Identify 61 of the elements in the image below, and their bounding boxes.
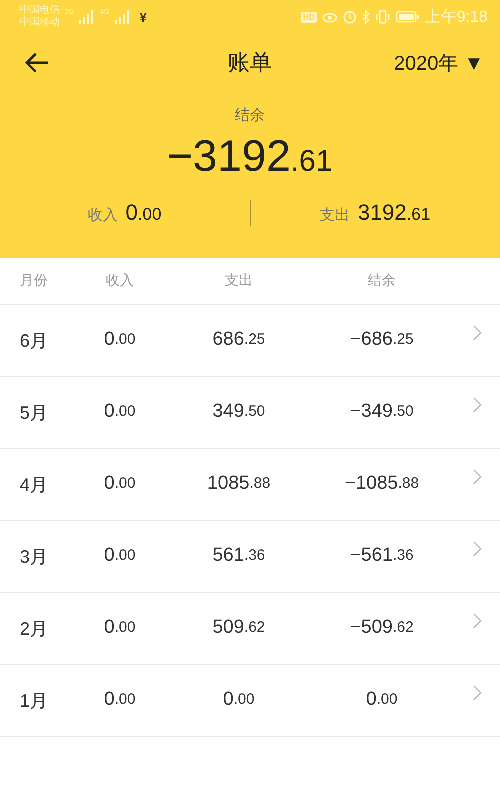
balance-cell: −1085.88 [344,448,420,520]
balance-cell: −349.50 [350,376,414,448]
balance-amount: −3192.61 [167,131,333,183]
carrier-name: 中国移动 [20,17,60,29]
income-cell: 0.00 [104,376,136,448]
income-cell: 0.00 [104,592,136,664]
expense-amount: 3192.61 [358,200,431,226]
month-cell-text: 1月 [20,690,48,712]
month-row[interactable]: 5月 0.00 349.50 −349.50 [0,377,500,449]
expense-cell: 1085.88 [207,448,271,520]
battery-icon [396,11,420,23]
month-cell-text: 6月 [20,330,48,352]
bluetooth-icon [362,10,370,24]
vibrate-icon [374,10,391,24]
hd-badge: HD [301,12,317,22]
clock-time: 上午9:18 [424,8,488,28]
alarm-icon [342,10,357,24]
income-cell: 0.00 [104,520,136,592]
balance-cell: 0.00 [366,664,398,736]
month-cell-text: 3月 [20,546,48,568]
signal-icon [79,10,96,24]
expense-cell: 0.00 [223,664,255,736]
balance-label: 结余 [234,106,266,125]
month-cell-text: 2月 [20,618,48,640]
column-header: 收入 [106,272,134,290]
back-arrow-icon [24,52,50,74]
month-cell-text: 4月 [20,474,48,496]
chevron-right-icon [473,325,482,341]
month-row[interactable]: 4月 0.00 1085.88 −1085.88 [0,449,500,521]
signal-icon [114,10,131,24]
page-title: 账单 [228,49,272,77]
income-amount: 0.00 [126,200,162,226]
month-row[interactable]: 3月 0.00 561.36 −561.36 [0,521,500,593]
carrier-name: 中国电信 [20,5,60,16]
income-cell: 0.00 [104,448,136,520]
month-row[interactable]: 6月 0.00 686.25 −686.25 [0,305,500,377]
year-selector[interactable]: 2020年 ▼ [392,48,486,78]
chevron-right-icon [473,397,482,413]
expense-cell: 349.50 [212,376,266,448]
income-cell: 0.00 [104,304,136,376]
month-cell-text: 5月 [20,402,48,424]
column-header: 结余 [368,272,396,290]
expense-cell: 509.62 [212,592,266,664]
expense-cell: 686.25 [212,304,266,376]
expense-label: 支出 [320,206,350,225]
balance-cell: −686.25 [350,304,414,376]
column-header: 月份 [20,272,48,290]
balance-cell: −509.62 [350,592,414,664]
column-header: 支出 [225,272,253,290]
chevron-right-icon [473,613,482,629]
chevron-right-icon [473,469,482,485]
balance-cell: −561.36 [350,520,414,592]
income-label: 收入 [88,206,118,225]
month-row[interactable]: 2月 0.00 509.62 −509.62 [0,593,500,665]
month-row[interactable]: 1月 0.00 0.00 0.00 [0,665,500,737]
expense-cell: 561.36 [212,520,266,592]
notification-icon: ¥ [140,10,147,24]
eye-icon [322,11,338,23]
income-cell: 0.00 [104,664,136,736]
chevron-right-icon [473,685,482,701]
chevron-right-icon [473,541,482,557]
